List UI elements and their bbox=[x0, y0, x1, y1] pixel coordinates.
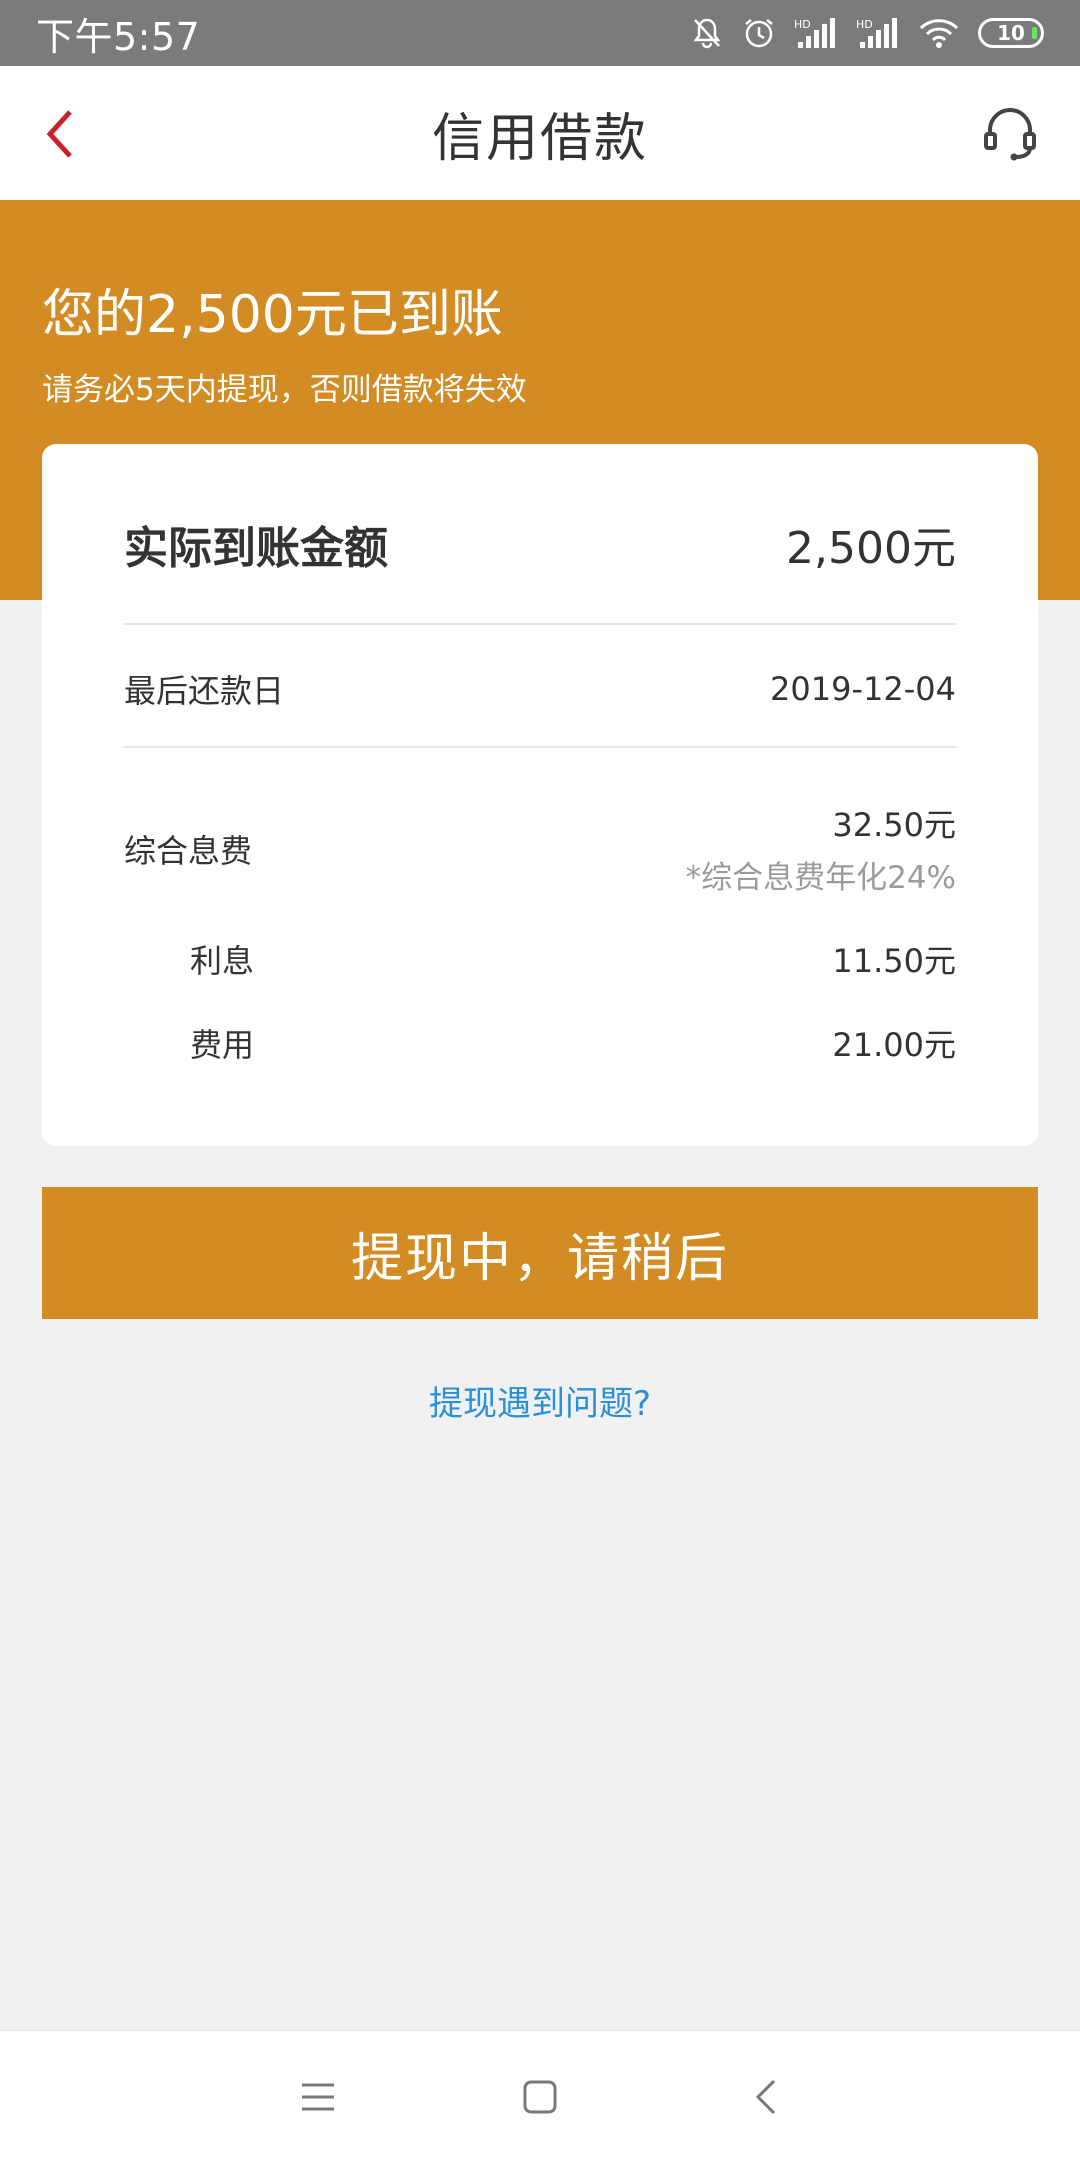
fee-value-group: 32.50元 *综合息费年化24% bbox=[686, 800, 956, 897]
withdraw-status-button[interactable]: 提现中，请稍后 bbox=[42, 1187, 1038, 1319]
wifi-icon bbox=[919, 19, 959, 48]
signal-hd-icon: HD bbox=[794, 18, 835, 48]
fee-note: *综合息费年化24% bbox=[685, 860, 956, 896]
amount-row: 实际到账金额 2,500元 bbox=[124, 512, 956, 576]
banner-subtitle: 请务必5天内提现，否则借款将失效 bbox=[42, 372, 527, 408]
divider bbox=[124, 623, 956, 625]
system-back-button[interactable] bbox=[736, 2071, 796, 2123]
banner-title: 您的2,500元已到账 bbox=[42, 285, 503, 345]
cost-value: 21.00元 bbox=[832, 1026, 956, 1064]
menu-icon bbox=[302, 2083, 334, 2111]
headset-icon bbox=[984, 108, 1036, 161]
cost-row: 费用 21.00元 bbox=[124, 1020, 956, 1066]
home-square-icon bbox=[523, 2080, 557, 2114]
due-date-row: 最后还款日 2019-12-04 bbox=[124, 666, 956, 712]
svg-text:HD: HD bbox=[794, 18, 811, 31]
nav-bar: 信用借款 bbox=[0, 66, 1080, 200]
fee-value: 32.50元 bbox=[832, 806, 956, 844]
divider bbox=[124, 746, 956, 748]
customer-service-button[interactable] bbox=[978, 102, 1042, 166]
svg-text:HD: HD bbox=[856, 18, 873, 31]
chevron-left-icon bbox=[46, 110, 72, 158]
signal-hd-icon-2: HD bbox=[856, 18, 897, 48]
amount-label: 实际到账金额 bbox=[124, 523, 388, 574]
interest-value: 11.50元 bbox=[832, 942, 956, 980]
interest-label: 利息 bbox=[190, 942, 255, 980]
menu-button[interactable] bbox=[288, 2071, 348, 2123]
bell-muted-icon bbox=[693, 18, 721, 49]
status-time: 下午5:57 bbox=[36, 14, 201, 59]
battery-level: 10 bbox=[997, 21, 1025, 45]
system-nav-bar bbox=[0, 2030, 1080, 2160]
withdraw-help-link[interactable]: 提现遇到问题? bbox=[0, 1376, 1080, 1425]
fee-label: 综合息费 bbox=[124, 831, 253, 870]
status-bar: 下午5:57 HD HD 10 bbox=[0, 0, 1080, 66]
loan-detail-card: 实际到账金额 2,500元 最后还款日 2019-12-04 综合息费 32.5… bbox=[42, 444, 1038, 1146]
status-icons: HD HD 10 bbox=[690, 16, 1044, 50]
home-button[interactable] bbox=[510, 2071, 570, 2123]
interest-row: 利息 11.50元 bbox=[124, 936, 956, 982]
due-date-label: 最后还款日 bbox=[124, 672, 285, 710]
back-button[interactable] bbox=[28, 102, 92, 166]
alarm-icon bbox=[745, 19, 773, 48]
cost-label: 费用 bbox=[190, 1026, 255, 1064]
page-title: 信用借款 bbox=[431, 108, 648, 169]
battery-icon: 10 bbox=[978, 18, 1044, 48]
fee-row: 综合息费 32.50元 *综合息费年化24% bbox=[124, 800, 956, 897]
page: 下午5:57 HD HD 10 信用借款 您的2,500元已到账 请务必5天内提… bbox=[0, 0, 1080, 2160]
due-date-value: 2019-12-04 bbox=[770, 670, 956, 708]
back-triangle-icon bbox=[755, 2079, 776, 2115]
amount-value: 2,500元 bbox=[786, 523, 956, 574]
